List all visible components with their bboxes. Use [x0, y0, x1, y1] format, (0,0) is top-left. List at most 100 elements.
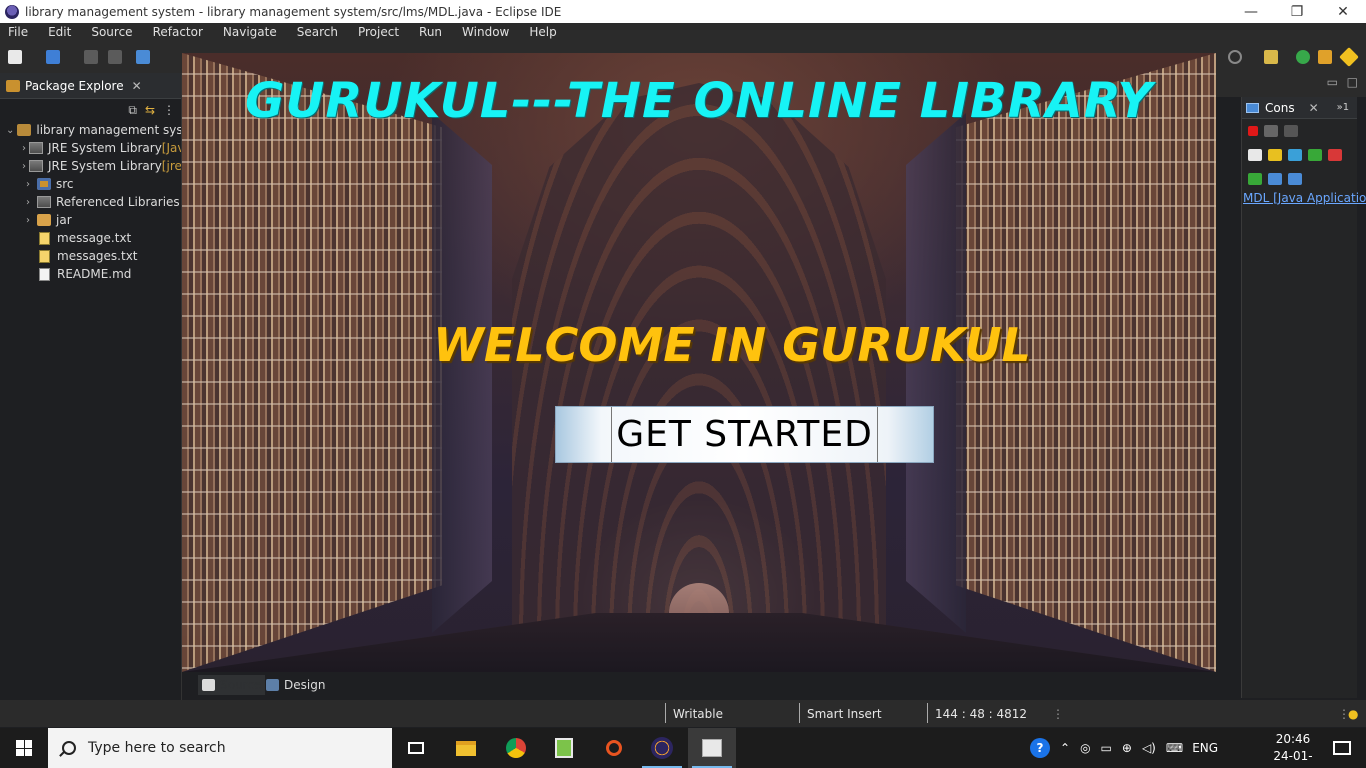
tip-lightbulb-icon[interactable]: ● — [1342, 700, 1358, 727]
menu-navigate[interactable]: Navigate — [223, 25, 277, 39]
library-icon — [29, 142, 43, 154]
tree-item-jre-jre[interactable]: › JRE System Library [jre] — [0, 157, 181, 175]
volume-icon[interactable]: ◁) — [1142, 741, 1156, 755]
scroll-lock-icon[interactable] — [1268, 149, 1282, 161]
file-explorer-icon — [456, 740, 476, 756]
maximize-view-icon[interactable]: □ — [1347, 75, 1358, 89]
menu-source[interactable]: Source — [91, 25, 132, 39]
menu-project[interactable]: Project — [358, 25, 399, 39]
new-java-class-icon[interactable] — [46, 50, 60, 64]
get-started-button[interactable]: GET STARTED — [555, 406, 934, 463]
taskbar-notepad-app[interactable] — [540, 728, 588, 768]
tree-item-referenced-libraries[interactable]: › Referenced Libraries — [0, 193, 181, 211]
menu-run[interactable]: Run — [419, 25, 442, 39]
tab-source[interactable]: Source — [198, 675, 266, 695]
minimize-button[interactable]: — — [1228, 0, 1274, 23]
start-button[interactable] — [0, 728, 48, 768]
app-title: GURUKUL---THE ONLINE LIBRARY — [244, 73, 1154, 129]
menu-help[interactable]: Help — [529, 25, 556, 39]
remove-launch-icon[interactable] — [1264, 125, 1278, 137]
close-icon[interactable]: ✕ — [132, 79, 142, 93]
meet-now-icon[interactable]: ◎ — [1080, 741, 1090, 755]
taskbar-chrome[interactable] — [492, 728, 540, 768]
open-console-icon[interactable] — [1288, 173, 1302, 185]
window-title-bar: library management system - library mana… — [0, 0, 1366, 23]
clock-time: 20:46 — [1275, 732, 1311, 746]
right-view-toolbar: ▭ □ — [1216, 73, 1366, 97]
background-pillar-right — [906, 113, 966, 633]
battery-icon[interactable]: ▭ — [1101, 741, 1112, 755]
open-perspective-icon[interactable] — [1264, 50, 1278, 64]
view-menu-icon[interactable]: ⋮ — [163, 103, 175, 117]
chevron-right-icon[interactable]: › — [22, 197, 34, 208]
tree-item-jar[interactable]: › jar — [0, 211, 181, 229]
menu-search[interactable]: Search — [297, 25, 338, 39]
chrome-icon — [506, 738, 526, 758]
collapse-all-icon[interactable]: ⧉ — [128, 103, 137, 118]
menu-refactor[interactable]: Refactor — [153, 25, 203, 39]
restore-button[interactable]: ❐ — [1274, 0, 1320, 23]
package-explorer-tab[interactable]: Package Explore ✕ — [0, 73, 181, 99]
word-wrap-icon[interactable] — [1288, 149, 1302, 161]
taskbar-java-app[interactable] — [688, 728, 736, 768]
tree-item-jre-java[interactable]: › JRE System Library [Java — [0, 139, 181, 157]
show-stderr-icon[interactable] — [1328, 149, 1342, 161]
taskbar-eclipse[interactable] — [638, 728, 686, 768]
notification-icon — [1333, 741, 1351, 755]
tree-item-src[interactable]: › src — [0, 175, 181, 193]
chevron-down-icon[interactable]: ⌄ — [6, 125, 14, 136]
taskbar-ubuntu[interactable] — [590, 728, 638, 768]
tree-item-readme[interactable]: README.md — [0, 265, 181, 283]
save-all-icon[interactable] — [108, 50, 122, 64]
task-view-button[interactable] — [392, 728, 440, 768]
tree-item-project[interactable]: ⌄ library management syster — [0, 121, 181, 139]
tree-item-label: README.md — [57, 267, 132, 281]
save-icon[interactable] — [84, 50, 98, 64]
menu-edit[interactable]: Edit — [48, 25, 71, 39]
chevron-right-icon[interactable]: › — [22, 215, 34, 226]
close-button[interactable]: ✕ — [1320, 0, 1366, 23]
status-insert-mode: Smart Insert — [807, 706, 882, 721]
show-stdout-icon[interactable] — [1308, 149, 1322, 161]
remove-all-icon[interactable] — [1284, 125, 1298, 137]
search-icon[interactable] — [1228, 50, 1242, 64]
chevron-right-icon[interactable]: › — [22, 161, 26, 172]
tab-design-label: Design — [284, 678, 326, 692]
menu-window[interactable]: Window — [462, 25, 509, 39]
package-icon — [6, 79, 20, 92]
tree-item-messages-txt[interactable]: messages.txt — [0, 247, 181, 265]
taskbar-clock[interactable]: 20:46 24-01-2022 — [1262, 731, 1324, 768]
view-overflow[interactable]: »1 — [1337, 102, 1349, 113]
link-editor-icon[interactable]: ⇆ — [145, 103, 155, 117]
tree-item-message-txt[interactable]: message.txt — [0, 229, 181, 247]
keyboard-icon[interactable]: ⌨ — [1166, 741, 1183, 755]
background-floor — [182, 613, 1216, 672]
terminal-icon[interactable] — [136, 50, 150, 64]
console-tab[interactable]: Cons ✕ »1 — [1242, 97, 1357, 119]
minimize-view-icon[interactable]: ▭ — [1327, 75, 1338, 89]
chevron-right-icon[interactable]: › — [22, 143, 26, 154]
markdown-file-icon — [39, 267, 50, 281]
display-console-icon[interactable] — [1268, 173, 1282, 185]
status-more-icon[interactable]: ⋮ — [1046, 700, 1064, 727]
language-indicator[interactable]: ENG — [1192, 741, 1218, 755]
tab-design[interactable]: Design — [266, 675, 325, 695]
new-icon[interactable] — [8, 50, 22, 64]
taskbar-file-explorer[interactable] — [442, 728, 490, 768]
help-icon[interactable]: ? — [1030, 738, 1050, 758]
close-icon[interactable]: ✕ — [1309, 101, 1319, 115]
welcome-text: WELCOME IN GURUKUL — [433, 318, 1031, 372]
notifications-button[interactable] — [1318, 728, 1366, 768]
menu-file[interactable]: File — [8, 25, 28, 39]
debug-perspective-icon[interactable] — [1296, 50, 1310, 64]
java-perspective-icon[interactable] — [1339, 47, 1359, 67]
git-perspective-icon[interactable] — [1318, 50, 1332, 64]
chevron-right-icon[interactable]: › — [22, 179, 34, 190]
taskbar-search-box[interactable]: Type here to search — [48, 728, 392, 768]
network-icon[interactable]: ⊕ — [1122, 741, 1132, 755]
clear-console-icon[interactable] — [1248, 149, 1262, 161]
pin-console-icon[interactable] — [1248, 173, 1262, 185]
project-icon — [17, 124, 32, 136]
terminate-icon[interactable] — [1248, 126, 1258, 136]
chevron-up-icon[interactable]: ⌃ — [1060, 741, 1070, 755]
